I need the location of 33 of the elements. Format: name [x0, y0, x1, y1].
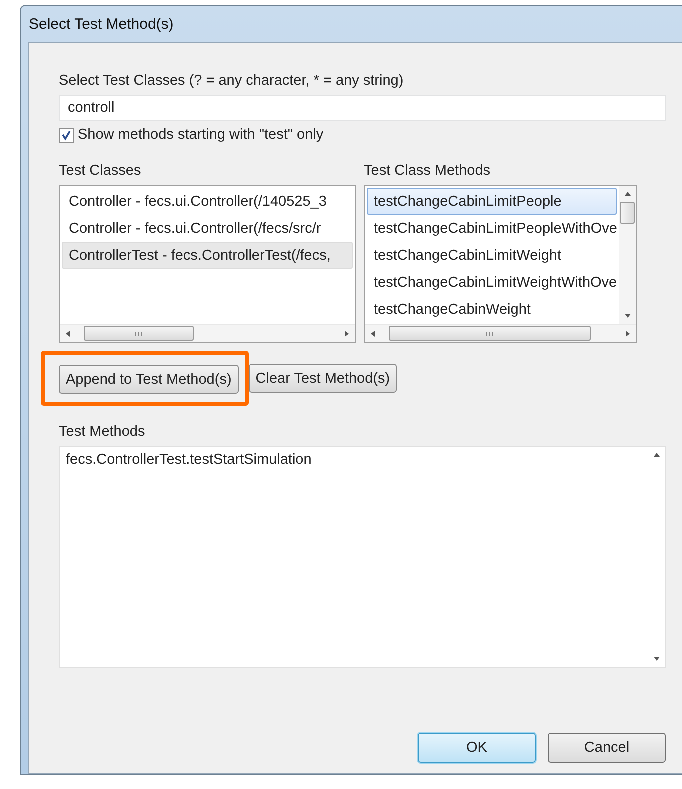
scrollbar-thumb[interactable]: [389, 326, 591, 341]
scroll-right-arrow-icon[interactable]: [624, 330, 632, 338]
list-label: Test Classes: [59, 163, 142, 179]
list-item[interactable]: testChangeCabinLimitWeightWithOve: [367, 269, 617, 296]
list-item[interactable]: testChangeCabinLimitPeopleWithOve: [367, 215, 617, 242]
checkbox[interactable]: [59, 128, 74, 142]
scroll-down-arrow-icon[interactable]: [624, 312, 632, 320]
scroll-up-arrow-icon[interactable]: [652, 451, 660, 459]
list-item[interactable]: testChangeCabinLimitWeight: [367, 242, 617, 269]
action-button[interactable]: Clear Test Method(s): [248, 364, 398, 393]
list-item[interactable]: testChangeCabinLimitPeople: [367, 188, 617, 215]
scroll-left-arrow-icon[interactable]: [64, 330, 72, 338]
scrollbar-thumb[interactable]: [620, 202, 635, 224]
action-button[interactable]: Append to Test Method(s): [59, 365, 239, 394]
scroll-left-arrow-icon[interactable]: [369, 330, 377, 338]
window-title: Select Test Method(s): [29, 16, 174, 32]
scroll-right-arrow-icon[interactable]: [343, 330, 351, 338]
dialog-button[interactable]: Cancel: [548, 733, 666, 763]
dialog-button[interactable]: OK: [418, 733, 536, 763]
list-item[interactable]: fecs.ControllerTest.testStartSimulation: [66, 452, 642, 474]
list-label: Test Class Methods: [364, 163, 492, 179]
scroll-up-arrow-icon[interactable]: [624, 190, 632, 198]
test-methods-list[interactable]: fecs.ControllerTest.testStartSimulation: [59, 446, 666, 668]
checkbox-label[interactable]: Show methods starting with "test" only: [78, 127, 324, 143]
filter-label: Select Test Classes (? = any character, * = any string): [59, 73, 405, 89]
scrollbar-thumb[interactable]: [84, 326, 194, 341]
list-item[interactable]: Controller - fecs.ui.Controller(/140525_3: [62, 188, 353, 215]
list-item[interactable]: ControllerTest - fecs.ControllerTest(/fecs,: [62, 242, 353, 269]
scroll-down-arrow-icon[interactable]: [652, 655, 660, 663]
list-item[interactable]: testChangeCabinWeight: [367, 296, 617, 323]
list-item[interactable]: Controller - fecs.ui.Controller(/fecs/src/r: [62, 215, 353, 242]
list-label: Test Methods: [59, 424, 146, 440]
filter-field[interactable]: controll: [59, 95, 666, 121]
